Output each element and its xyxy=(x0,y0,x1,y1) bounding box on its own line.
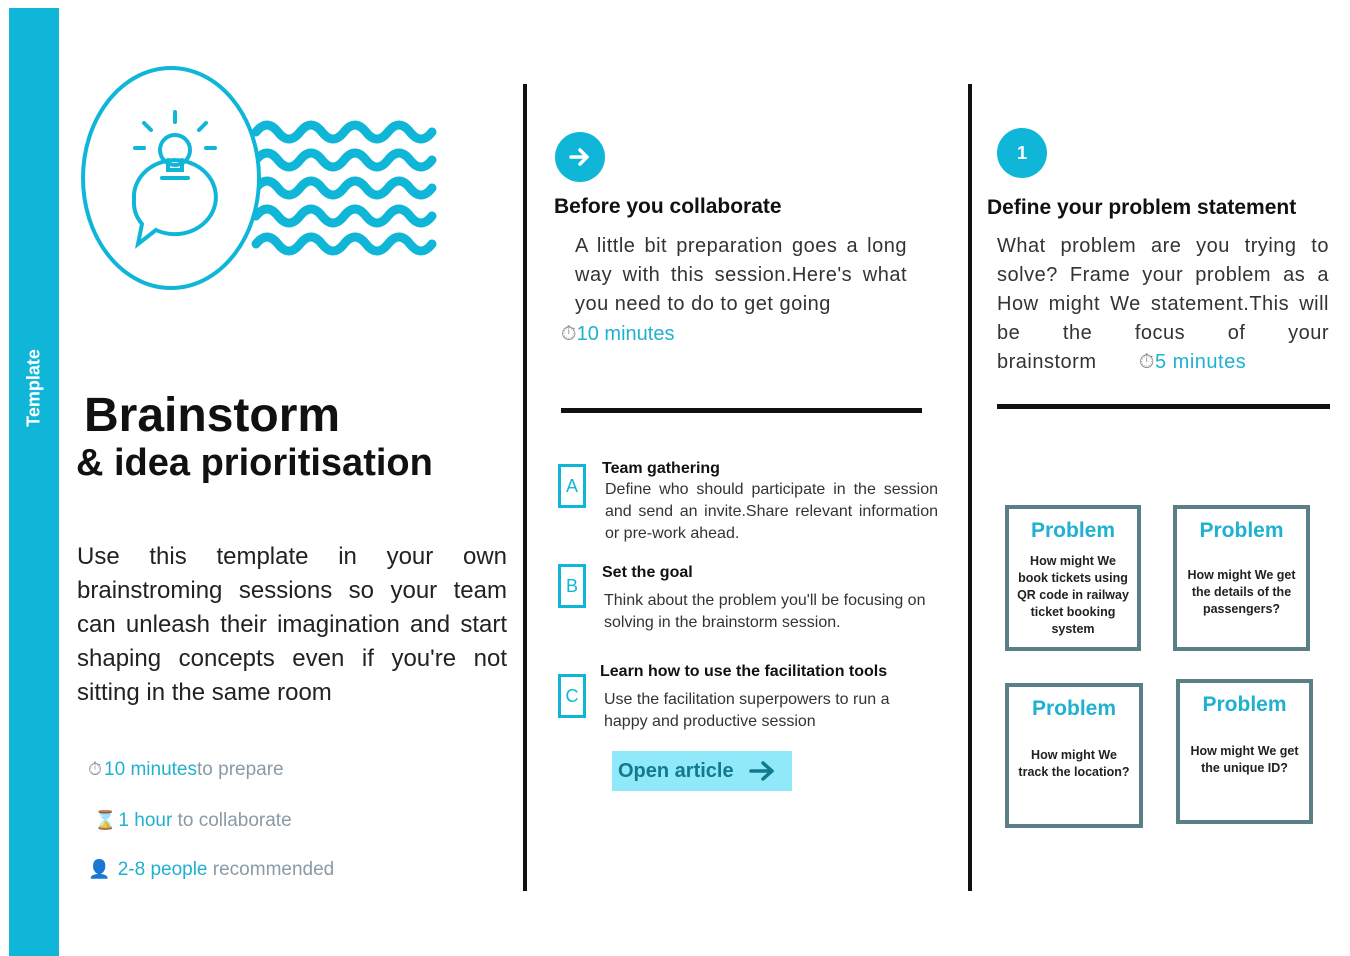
step-b-title: Set the goal xyxy=(602,564,693,581)
sidebar-label: Template xyxy=(23,349,44,427)
problem-card-title: Problem xyxy=(1030,519,1116,542)
step-a-title: Team gathering xyxy=(602,460,720,477)
section-divider-define xyxy=(997,404,1330,409)
define-heading: Define your problem statement xyxy=(987,196,1297,219)
step-a-body: Define who should participate in the ses… xyxy=(605,481,938,542)
column-divider-1 xyxy=(523,84,527,891)
page-title: Brainstorm xyxy=(84,389,341,442)
problem-card[interactable]: Problem How might We get the details of … xyxy=(1173,505,1310,651)
problem-card-text: How might We get the unique ID? xyxy=(1190,744,1299,775)
problem-card[interactable]: Problem How might We book tickets using … xyxy=(1005,505,1141,651)
problem-card[interactable]: Problem How might We track the location? xyxy=(1005,683,1143,828)
open-article-label: Open article xyxy=(618,759,734,782)
stopwatch-icon: ⏱ xyxy=(88,759,103,779)
step-c-body: Use the facilitation superpowers to run … xyxy=(604,691,890,730)
hourglass-icon: ⌛ xyxy=(94,810,117,830)
column-divider-2 xyxy=(968,84,972,891)
brainstorm-illustration xyxy=(81,66,437,290)
stopwatch-icon: ⏱ xyxy=(561,323,577,345)
step-number-badge: 1 xyxy=(997,128,1047,178)
step-a-marker: A xyxy=(558,464,586,508)
arrow-right-button[interactable] xyxy=(555,132,605,182)
step-b-marker: B xyxy=(558,564,586,608)
define-description: What problem are you trying to solve? Fr… xyxy=(997,235,1329,373)
open-article-button[interactable]: Open article xyxy=(612,751,792,791)
collaborate-time: ⌛ 1 hour to collaborate xyxy=(94,810,292,831)
problem-card-text: How might We track the location? xyxy=(1018,748,1130,779)
problem-card-text: How might We get the details of the pass… xyxy=(1187,568,1296,616)
person-icon: 👤 xyxy=(88,859,111,879)
prepare-time: ⏱ 10 minutesto prepare xyxy=(88,759,284,780)
problem-card-text: How might We book tickets using QR code … xyxy=(1017,554,1129,636)
problem-card-title: Problem xyxy=(1031,697,1117,720)
wave-lines-icon xyxy=(251,120,437,256)
problem-card[interactable]: Problem How might We get the unique ID? xyxy=(1176,679,1313,824)
before-time: ⏱10 minutes xyxy=(561,323,675,345)
arrow-right-icon xyxy=(569,148,589,166)
before-heading: Before you collaborate xyxy=(554,195,782,218)
before-description: A little bit preparation goes a long way… xyxy=(575,235,907,315)
template-sidebar: Template xyxy=(9,8,59,956)
page-subtitle: & idea prioritisation xyxy=(76,442,433,484)
arrow-right-icon xyxy=(748,761,774,781)
stopwatch-icon: ⏱ xyxy=(1138,351,1155,373)
step-c-marker: C xyxy=(558,674,586,718)
step-b-body: Think about the problem you'll be focusi… xyxy=(604,592,926,631)
define-time: 5 minutes xyxy=(1155,351,1247,373)
step-c-title: Learn how to use the facilitation tools xyxy=(600,663,888,680)
problem-card-title: Problem xyxy=(1199,519,1284,542)
people-recommended: 👤 2-8 people recommended xyxy=(88,859,335,880)
problem-card-title: Problem xyxy=(1202,693,1287,716)
section-divider-before xyxy=(561,408,922,413)
template-description: Use this template in your own brainstrom… xyxy=(77,543,507,706)
